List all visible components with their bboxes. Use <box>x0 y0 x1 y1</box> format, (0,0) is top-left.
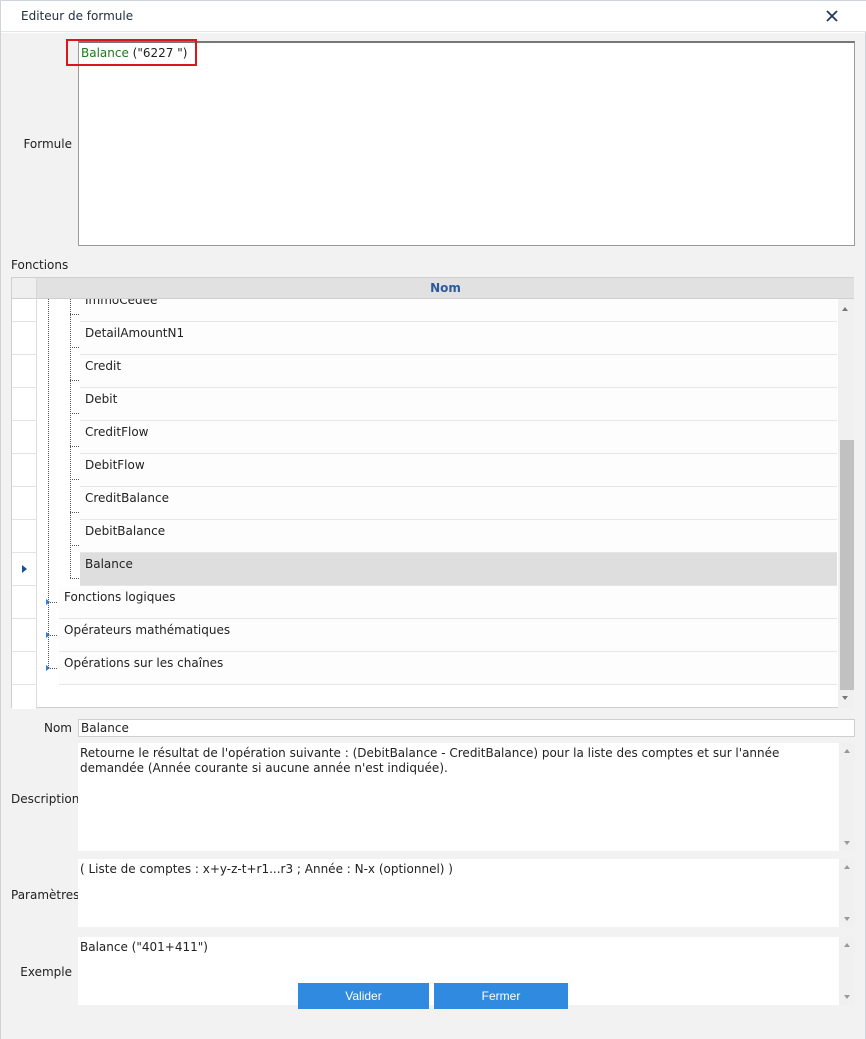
tree-item-function[interactable]: ImmoCedee <box>80 299 837 322</box>
tree-item-label: CreditFlow <box>85 425 149 439</box>
example-label: Exemple <box>20 965 72 979</box>
tree-item-category[interactable]: Opérations sur les chaînes <box>59 652 837 685</box>
tree-connector <box>70 479 79 480</box>
tree-item-label: Opérateurs mathématiques <box>64 623 231 637</box>
row-headers <box>12 299 37 709</box>
functions-tree-grid: Nom ImmoCedee DetailAmountN1 Credit Debit Cr… <box>11 277 854 709</box>
tree-item-function[interactable]: CreditBalance <box>80 487 837 520</box>
tree-connector <box>70 380 79 381</box>
tree-connector <box>70 578 79 579</box>
window-title: Editeur de formule <box>21 9 134 23</box>
tree-item-function[interactable]: Debit <box>80 388 837 421</box>
row-header[interactable] <box>12 520 37 553</box>
description-field[interactable]: Retourne le résultat de l'opération suiv… <box>78 743 855 851</box>
example-scrollbar[interactable] <box>839 937 855 1005</box>
parameters-label: Paramètres <box>11 888 80 902</box>
parameters-value: ( Liste de comptes : x+y-z-t+r1...r3 ; A… <box>80 862 453 876</box>
row-header[interactable] <box>12 355 37 388</box>
row-header[interactable] <box>12 487 37 520</box>
scroll-up-icon[interactable] <box>844 943 850 947</box>
scroll-down-icon[interactable] <box>844 917 850 921</box>
tree-item-label: DebitBalance <box>85 524 166 538</box>
tree-connector <box>70 314 79 315</box>
tree-item-category[interactable]: Fonctions logiques <box>59 586 837 619</box>
parameters-scrollbar[interactable] <box>839 859 855 927</box>
description-value: Retourne le résultat de l'opération suiv… <box>80 746 780 775</box>
tree-connector <box>70 347 79 348</box>
functions-tree: ImmoCedee DetailAmountN1 Credit Debit Credit… <box>37 299 837 695</box>
tree-item-function[interactable]: Balance <box>80 553 837 586</box>
name-value: Balance <box>81 721 129 735</box>
scroll-up-icon[interactable] <box>842 307 848 311</box>
scroll-up-icon[interactable] <box>844 865 850 869</box>
close-button[interactable]: Fermer <box>434 983 568 1009</box>
tree-item-function[interactable]: DebitBalance <box>80 520 837 553</box>
description-scrollbar[interactable] <box>839 743 855 851</box>
name-label: Nom <box>43 721 72 735</box>
tree-connector <box>70 413 79 414</box>
current-row-indicator-icon <box>22 565 27 573</box>
tree-item-label: DebitFlow <box>85 458 145 472</box>
dialog-body: Formule Balance ("6227 ") Fonctions Nom … <box>1 33 865 1039</box>
formula-highlight-box <box>66 39 197 66</box>
tree-item-label: Fonctions logiques <box>64 590 176 604</box>
tree-item-function[interactable]: DebitFlow <box>80 454 837 487</box>
row-header[interactable] <box>12 553 37 586</box>
formula-editor-dialog: Editeur de formule Formule Balance ("622… <box>0 0 866 1039</box>
row-header[interactable] <box>12 388 37 421</box>
row-header[interactable] <box>12 586 37 619</box>
row-header[interactable] <box>12 454 37 487</box>
parameters-field[interactable]: ( Liste de comptes : x+y-z-t+r1...r3 ; A… <box>78 859 855 927</box>
tree-item-label: Credit <box>85 359 122 373</box>
name-field[interactable]: Balance <box>78 719 855 737</box>
row-header[interactable] <box>12 421 37 454</box>
row-header[interactable] <box>12 289 37 322</box>
scroll-down-icon[interactable] <box>842 696 848 700</box>
row-header[interactable] <box>12 619 37 652</box>
tree-connector <box>70 299 71 578</box>
scroll-down-icon[interactable] <box>844 995 850 999</box>
scroll-down-icon[interactable] <box>844 841 850 845</box>
tree-connector <box>48 299 49 668</box>
formula-label: Formule <box>23 137 72 151</box>
tree-item-label: Balance <box>85 557 133 571</box>
tree-item-category[interactable]: Opérateurs mathématiques <box>59 619 837 652</box>
tree-item-label: Debit <box>85 392 118 406</box>
tree-item-function[interactable]: DetailAmountN1 <box>80 322 837 355</box>
column-header-nom[interactable]: Nom <box>37 278 854 299</box>
tree-item-function[interactable]: CreditFlow <box>80 421 837 454</box>
formula-editor[interactable]: Balance ("6227 ") <box>78 41 855 246</box>
tree-connector <box>70 545 79 546</box>
close-icon[interactable] <box>821 5 843 27</box>
tree-item-label: Opérations sur les chaînes <box>64 656 224 670</box>
tree-item-label: ImmoCedee <box>85 299 158 307</box>
tree-connector <box>70 512 79 513</box>
scroll-up-icon[interactable] <box>844 749 850 753</box>
functions-label: Fonctions <box>11 258 69 272</box>
title-bar: Editeur de formule <box>1 1 866 32</box>
row-header[interactable] <box>12 652 37 685</box>
tree-item-label: CreditBalance <box>85 491 169 505</box>
description-label: Description <box>11 792 80 806</box>
validate-button[interactable]: Valider <box>298 983 429 1009</box>
tree-connector <box>70 446 79 447</box>
row-header[interactable] <box>12 322 37 355</box>
tree-scrollbar[interactable] <box>838 299 854 708</box>
tree-item-label: DetailAmountN1 <box>85 326 185 340</box>
tree-item-function[interactable]: Credit <box>80 355 837 388</box>
scroll-thumb[interactable] <box>840 440 854 690</box>
example-value: Balance ("401+411") <box>80 940 208 954</box>
